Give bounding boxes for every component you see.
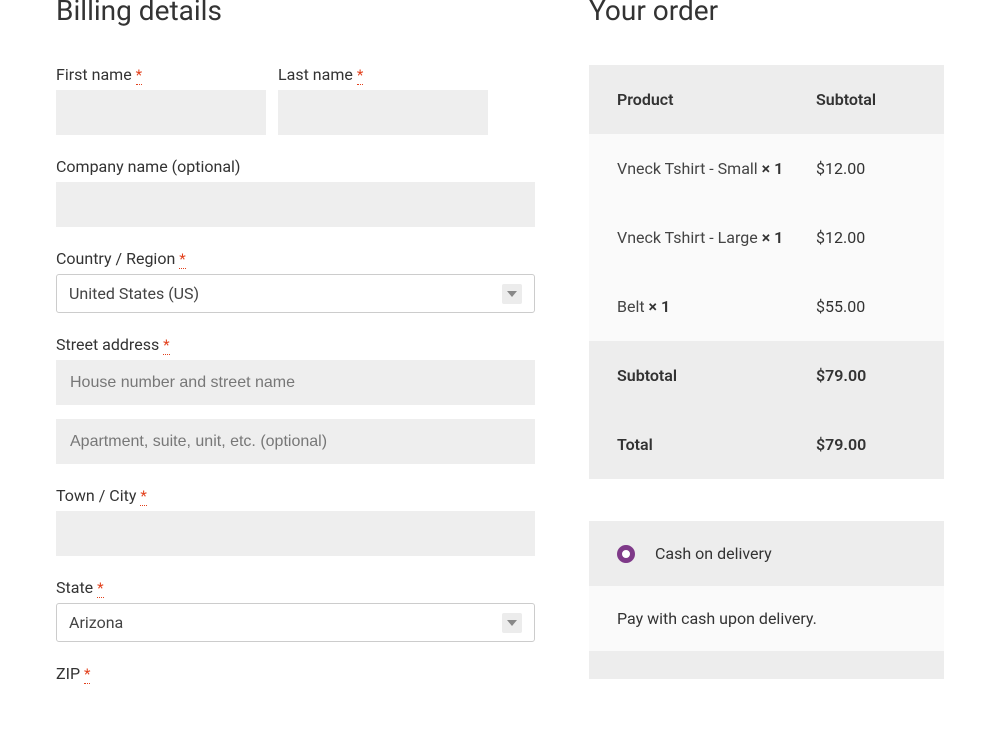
order-item-row: Belt × 1 $55.00 xyxy=(589,272,944,341)
header-product: Product xyxy=(617,90,816,109)
order-subtotal-row: Subtotal $79.00 xyxy=(589,341,944,410)
company-field[interactable] xyxy=(56,182,535,227)
city-field[interactable] xyxy=(56,511,535,556)
zip-label: ZIP * xyxy=(56,664,535,683)
payment-description: Pay with cash upon delivery. xyxy=(589,586,944,651)
country-value: United States (US) xyxy=(69,284,199,303)
payment-option[interactable]: Cash on delivery xyxy=(589,521,944,586)
order-header-row: Product Subtotal xyxy=(589,65,944,134)
country-select[interactable]: United States (US) xyxy=(56,274,535,313)
street-label: Street address * xyxy=(56,335,535,354)
first-name-label: First name * xyxy=(56,65,266,84)
state-value: Arizona xyxy=(69,613,123,632)
city-label: Town / City * xyxy=(56,486,535,505)
company-label: Company name (optional) xyxy=(56,157,535,176)
header-subtotal: Subtotal xyxy=(816,90,916,109)
state-label: State * xyxy=(56,578,535,597)
chevron-down-icon xyxy=(502,613,522,633)
last-name-label: Last name * xyxy=(278,65,488,84)
last-name-field[interactable] xyxy=(278,90,488,135)
street2-field[interactable] xyxy=(56,419,535,464)
chevron-down-icon xyxy=(502,284,522,304)
state-select[interactable]: Arizona xyxy=(56,603,535,642)
order-item-row: Vneck Tshirt - Large × 1 $12.00 xyxy=(589,203,944,272)
radio-selected-icon xyxy=(617,545,635,563)
order-total-row: Total $79.00 xyxy=(589,410,944,479)
order-heading: Your order xyxy=(589,0,944,27)
first-name-field[interactable] xyxy=(56,90,266,135)
street1-field[interactable] xyxy=(56,360,535,405)
order-table: Product Subtotal Vneck Tshirt - Small × … xyxy=(589,65,944,479)
payment-option-label: Cash on delivery xyxy=(655,544,772,563)
billing-heading: Billing details xyxy=(56,0,535,27)
payment-section: Cash on delivery Pay with cash upon deli… xyxy=(589,521,944,679)
order-item-row: Vneck Tshirt - Small × 1 $12.00 xyxy=(589,134,944,203)
payment-footer xyxy=(589,651,944,679)
country-label: Country / Region * xyxy=(56,249,535,268)
